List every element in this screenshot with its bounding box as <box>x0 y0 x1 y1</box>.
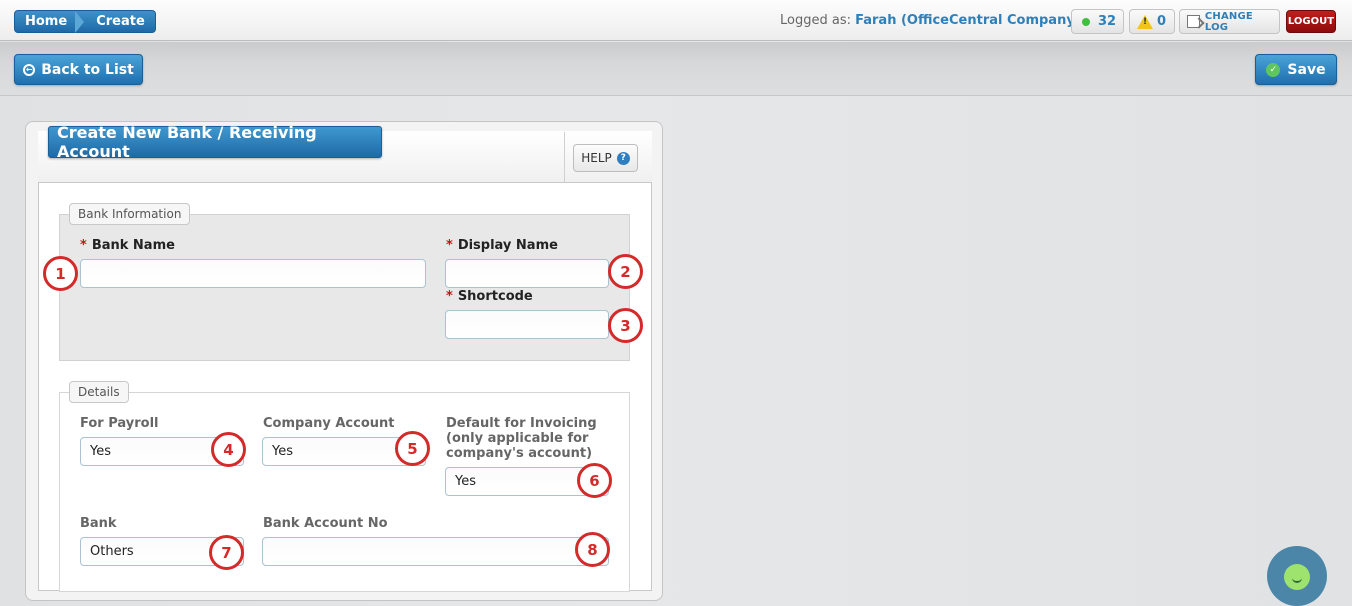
logout-button[interactable]: LOGOUT <box>1286 10 1336 33</box>
logged-in-user: Logged as: Farah (OfficeCentral Company) <box>780 13 1081 28</box>
marker-2: 2 <box>608 254 643 289</box>
breadcrumb-home[interactable]: Home <box>15 11 77 32</box>
bank-account-no-label: Bank Account No <box>263 516 388 531</box>
required-asterisk: * <box>446 238 453 253</box>
page-title: Create New Bank / Receiving Account <box>48 123 382 161</box>
logged-as-label: Logged as: <box>780 13 851 28</box>
header-divider <box>564 132 565 182</box>
marker-1: 1 <box>43 256 78 291</box>
chat-widget-button[interactable] <box>1267 546 1327 606</box>
back-to-list-button[interactable]: ← Back to List <box>14 54 143 85</box>
marker-6: 6 <box>577 463 612 498</box>
check-icon: ✓ <box>1266 62 1281 77</box>
marker-8: 8 <box>575 532 610 567</box>
breadcrumb-current: Create <box>96 14 145 29</box>
arrow-left-icon: ← <box>23 63 36 76</box>
default-invoicing-label: Default for Invoicing (only applicable f… <box>446 416 597 461</box>
bank-name-input[interactable] <box>80 259 426 288</box>
marker-4: 4 <box>211 432 246 467</box>
question-mark-icon: ? <box>616 151 630 165</box>
change-log-label: CHANGE LOG <box>1204 10 1253 33</box>
save-label: Save <box>1287 61 1326 78</box>
warnings-button[interactable]: ! 0 <box>1129 9 1175 34</box>
shortcode-label: * Shortcode <box>446 289 533 304</box>
action-bar: ← Back to List ✓ Save <box>0 42 1352 96</box>
marker-3: 3 <box>608 308 643 343</box>
required-asterisk: * <box>80 238 87 253</box>
online-dot-icon <box>1082 17 1090 26</box>
company-account-label: Company Account <box>263 416 395 431</box>
bank-name-label: * Bank Name <box>80 238 175 253</box>
change-log-button[interactable]: CHANGE LOG <box>1179 9 1280 34</box>
user-name[interactable]: Farah (OfficeCentral Company) <box>855 13 1081 28</box>
top-bar: Home Create Logged as: Farah (OfficeCent… <box>0 0 1352 41</box>
warning-icon: ! <box>1137 14 1153 29</box>
shortcode-input[interactable] <box>445 310 609 339</box>
document-edit-icon <box>1187 15 1200 28</box>
details-legend: Details <box>69 381 129 403</box>
bank-label: Bank <box>80 516 117 531</box>
help-button[interactable]: HELP ? <box>573 144 638 172</box>
marker-5: 5 <box>395 431 430 466</box>
online-users-button[interactable]: 32 <box>1071 9 1124 34</box>
online-count: 32 <box>1098 14 1117 29</box>
back-to-list-label: Back to List <box>41 61 134 78</box>
bank-account-no-input[interactable] <box>262 537 609 566</box>
display-name-label: * Display Name <box>446 238 558 253</box>
bank-information-legend: Bank Information <box>69 203 191 225</box>
marker-7: 7 <box>209 535 244 570</box>
warning-count: 0 <box>1157 14 1167 29</box>
required-asterisk: * <box>446 289 453 304</box>
save-button[interactable]: ✓ Save <box>1255 54 1337 85</box>
breadcrumb: Home Create <box>14 10 156 33</box>
help-label: HELP <box>581 151 612 165</box>
for-payroll-label: For Payroll <box>80 416 159 431</box>
display-name-input[interactable] <box>445 259 609 288</box>
smiley-face-icon <box>1284 564 1310 590</box>
